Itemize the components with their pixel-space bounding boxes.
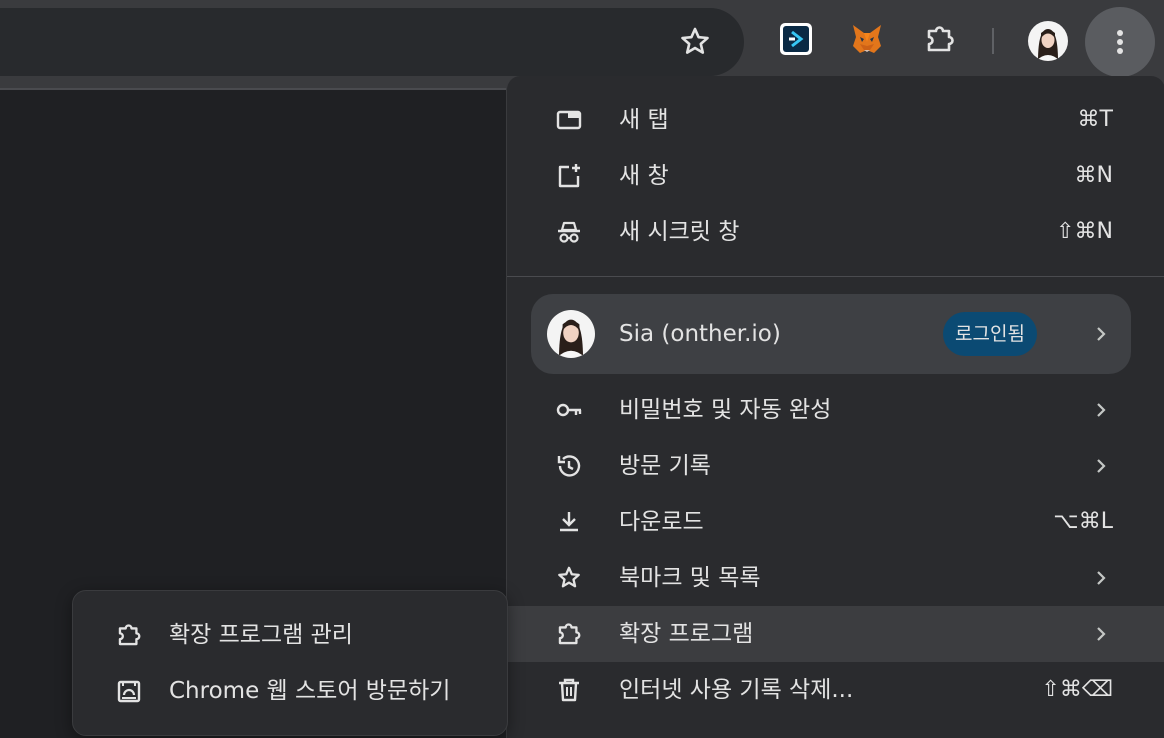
menu-item-label: 새 시크릿 창 xyxy=(619,219,740,245)
extensions-submenu: 확장 프로그램 관리 Chrome 웹 스토어 방문하기 xyxy=(72,590,508,736)
history-icon xyxy=(555,452,583,480)
signed-in-badge: 로그인됨 xyxy=(943,312,1037,356)
chevron-right-icon xyxy=(1091,456,1111,476)
chevron-right-icon xyxy=(1091,568,1111,588)
metamask-fox-icon[interactable] xyxy=(850,22,884,56)
submenu-item-visit-web-store[interactable]: Chrome 웹 스토어 방문하기 xyxy=(73,663,507,719)
trash-icon xyxy=(555,676,583,704)
key-icon xyxy=(555,396,583,424)
star-icon xyxy=(555,564,583,592)
menu-item-bookmarks-lists[interactable]: 북마크 및 목록 xyxy=(507,550,1164,606)
menu-item-history[interactable]: 방문 기록 xyxy=(507,438,1164,494)
incognito-icon xyxy=(555,218,583,246)
puzzle-icon xyxy=(555,620,583,648)
chrome-main-menu: 새 탭 ⌘T 새 창 ⌘N 새 시크릿 창 ⇧⌘N Sia (onther.io… xyxy=(506,76,1164,738)
profile-name: Sia (onther.io) xyxy=(619,321,781,347)
submenu-item-label: 확장 프로그램 관리 xyxy=(169,622,353,648)
menu-item-shortcut: ⌥⌘L xyxy=(1053,509,1113,534)
menu-item-passwords-autofill[interactable]: 비밀번호 및 자동 완성 xyxy=(507,382,1164,438)
menu-item-clear-browsing-data[interactable]: 인터넷 사용 기록 삭제... ⇧⌘⌫ xyxy=(507,662,1164,718)
download-icon xyxy=(555,508,583,536)
profile-card[interactable]: Sia (onther.io) 로그인됨 xyxy=(531,294,1131,374)
menu-item-label: 새 창 xyxy=(619,163,669,189)
submenu-item-manage-extensions[interactable]: 확장 프로그램 관리 xyxy=(73,607,507,663)
menu-item-extensions[interactable]: 확장 프로그램 xyxy=(507,606,1164,662)
browser-window: 새 탭 ⌘T 새 창 ⌘N 새 시크릿 창 ⇧⌘N Sia (onther.io… xyxy=(0,0,1164,738)
menu-item-shortcut: ⇧⌘⌫ xyxy=(1041,677,1113,702)
web-store-icon xyxy=(115,677,143,705)
chevron-right-icon xyxy=(1091,400,1111,420)
menu-item-label: 북마크 및 목록 xyxy=(619,565,761,591)
menu-item-label: 새 탭 xyxy=(619,107,669,133)
menu-item-label: 다운로드 xyxy=(619,509,704,535)
profile-avatar[interactable] xyxy=(1028,21,1068,61)
three-dots-vertical-icon[interactable] xyxy=(1085,7,1155,77)
chevron-right-icon xyxy=(1091,624,1111,644)
chevron-right-icon xyxy=(1091,324,1111,344)
address-bar[interactable] xyxy=(0,8,744,76)
menu-separator xyxy=(507,276,1164,277)
menu-item-shortcut: ⌘N xyxy=(1074,163,1113,188)
menu-item-new-incognito-window[interactable]: 새 시크릿 창 ⇧⌘N xyxy=(507,204,1164,260)
new-tab-icon xyxy=(555,106,583,134)
profile-avatar xyxy=(547,310,595,358)
menu-item-new-tab[interactable]: 새 탭 ⌘T xyxy=(507,92,1164,148)
menu-item-label: 인터넷 사용 기록 삭제... xyxy=(619,677,854,703)
bookmark-star-icon[interactable] xyxy=(677,24,713,60)
browser-toolbar xyxy=(0,0,1164,88)
toolbar-divider xyxy=(992,28,994,54)
dappradar-icon[interactable] xyxy=(779,22,813,56)
new-window-icon xyxy=(555,162,583,190)
puzzle-icon xyxy=(115,621,143,649)
submenu-item-label: Chrome 웹 스토어 방문하기 xyxy=(169,678,451,704)
menu-item-shortcut: ⌘T xyxy=(1077,107,1113,132)
menu-item-new-window[interactable]: 새 창 ⌘N xyxy=(507,148,1164,204)
menu-item-label: 확장 프로그램 xyxy=(619,621,754,647)
menu-item-label: 비밀번호 및 자동 완성 xyxy=(619,397,832,423)
menu-item-downloads[interactable]: 다운로드 ⌥⌘L xyxy=(507,494,1164,550)
menu-item-label: 방문 기록 xyxy=(619,453,711,479)
menu-item-shortcut: ⇧⌘N xyxy=(1056,219,1113,244)
extensions-puzzle-icon[interactable] xyxy=(923,22,957,56)
